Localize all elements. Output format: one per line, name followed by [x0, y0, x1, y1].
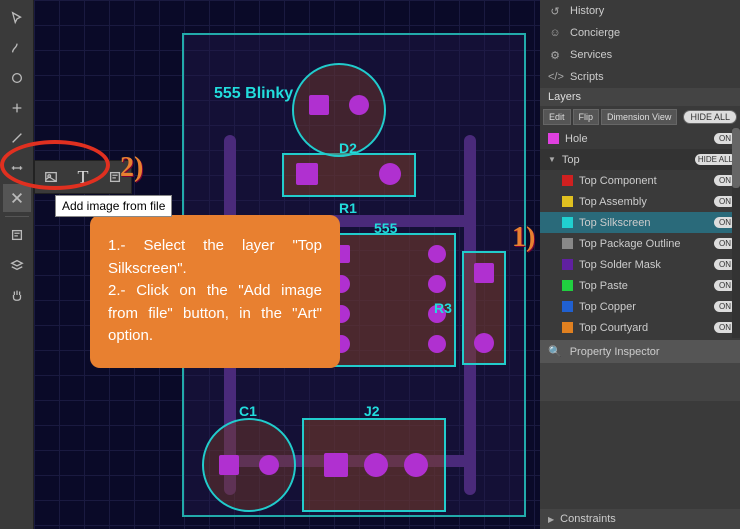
tool-layers[interactable]: [3, 251, 31, 279]
layer-top-paste[interactable]: Top PasteON: [540, 275, 740, 296]
label-j2: J2: [364, 403, 380, 419]
nav-scripts[interactable]: </>Scripts: [540, 66, 740, 88]
layers-header: Layers: [540, 88, 740, 106]
swatch: [562, 217, 573, 228]
layer-top-assembly[interactable]: Top AssemblyON: [540, 191, 740, 212]
layer-hole[interactable]: Hole ON: [540, 128, 740, 149]
layer-top-silkscreen[interactable]: Top SilkscreenON: [540, 212, 740, 233]
board-title: 555 Blinky: [214, 85, 293, 103]
layer-top-copper[interactable]: Top CopperON: [540, 296, 740, 317]
tool-pan[interactable]: [3, 281, 31, 309]
layer-scrollbar[interactable]: [732, 128, 740, 338]
tool-art[interactable]: [3, 184, 31, 212]
layers-toolbar: Edit Flip Dimension View HIDE ALL: [540, 106, 740, 128]
layer-top-solder-mask[interactable]: Top Solder MaskON: [540, 254, 740, 275]
flip-button[interactable]: Flip: [573, 109, 600, 125]
swatch: [562, 301, 573, 312]
tool-note[interactable]: [3, 221, 31, 249]
search-icon: 🔍: [548, 345, 562, 358]
property-inspector-header[interactable]: 🔍 Property Inspector: [540, 340, 740, 363]
toggle-top-group[interactable]: HIDE ALL: [695, 154, 736, 165]
edit-button[interactable]: Edit: [543, 109, 571, 125]
nav-concierge[interactable]: ☺Concierge: [540, 22, 740, 44]
swatch: [562, 196, 573, 207]
annotation-callout: 1.- Select the layer "Top Silkscreen". 2…: [90, 215, 340, 368]
tool-add[interactable]: [3, 94, 31, 122]
tool-select[interactable]: [3, 4, 31, 32]
label-r3: R3: [434, 300, 452, 316]
chevron-down-icon: ▼: [548, 155, 556, 164]
history-icon: ↺: [548, 5, 562, 18]
scripts-icon: </>: [548, 71, 562, 83]
layer-list: Hole ON ▼ Top HIDE ALL Top ComponentONTo…: [540, 128, 740, 338]
annotation-num-2: 2): [120, 152, 143, 184]
swatch: [562, 238, 573, 249]
dimension-view-button[interactable]: Dimension View: [601, 109, 677, 125]
label-c1: C1: [239, 403, 257, 419]
layer-top-courtyard[interactable]: Top CourtyardON: [540, 317, 740, 338]
chevron-right-icon: ▶: [548, 515, 554, 524]
hide-all-button[interactable]: HIDE ALL: [683, 110, 737, 124]
swatch-hole: [548, 133, 559, 144]
label-d2: D2: [339, 140, 357, 156]
right-panel: ↺History ☺Concierge ⚙Services </>Scripts…: [540, 0, 740, 529]
layer-group-top[interactable]: ▼ Top HIDE ALL: [540, 149, 740, 170]
swatch: [562, 175, 573, 186]
component-c1[interactable]: [204, 420, 294, 510]
label-r1: R1: [339, 200, 357, 216]
annotation-num-1: 1): [512, 222, 535, 254]
nav-history[interactable]: ↺History: [540, 0, 740, 22]
property-inspector: 🔍 Property Inspector: [540, 340, 740, 401]
tool-route[interactable]: [3, 34, 31, 62]
label-555: 555: [374, 220, 397, 236]
constraints-panel[interactable]: ▶ Constraints: [540, 509, 740, 529]
tooltip-add-image: Add image from file: [55, 195, 172, 217]
layer-top-package-outline[interactable]: Top Package OutlineON: [540, 233, 740, 254]
services-icon: ⚙: [548, 49, 562, 62]
scrollbar-thumb[interactable]: [732, 128, 740, 188]
callout-text: 1.- Select the layer "Top Silkscreen". 2…: [108, 237, 322, 344]
concierge-icon: ☺: [548, 27, 562, 39]
annotation-ellipse: [0, 140, 110, 190]
swatch: [562, 280, 573, 291]
tool-circle[interactable]: [3, 64, 31, 92]
swatch: [562, 259, 573, 270]
left-toolbar: [0, 0, 34, 529]
layer-top-component[interactable]: Top ComponentON: [540, 170, 740, 191]
swatch: [562, 322, 573, 333]
nav-services[interactable]: ⚙Services: [540, 44, 740, 66]
